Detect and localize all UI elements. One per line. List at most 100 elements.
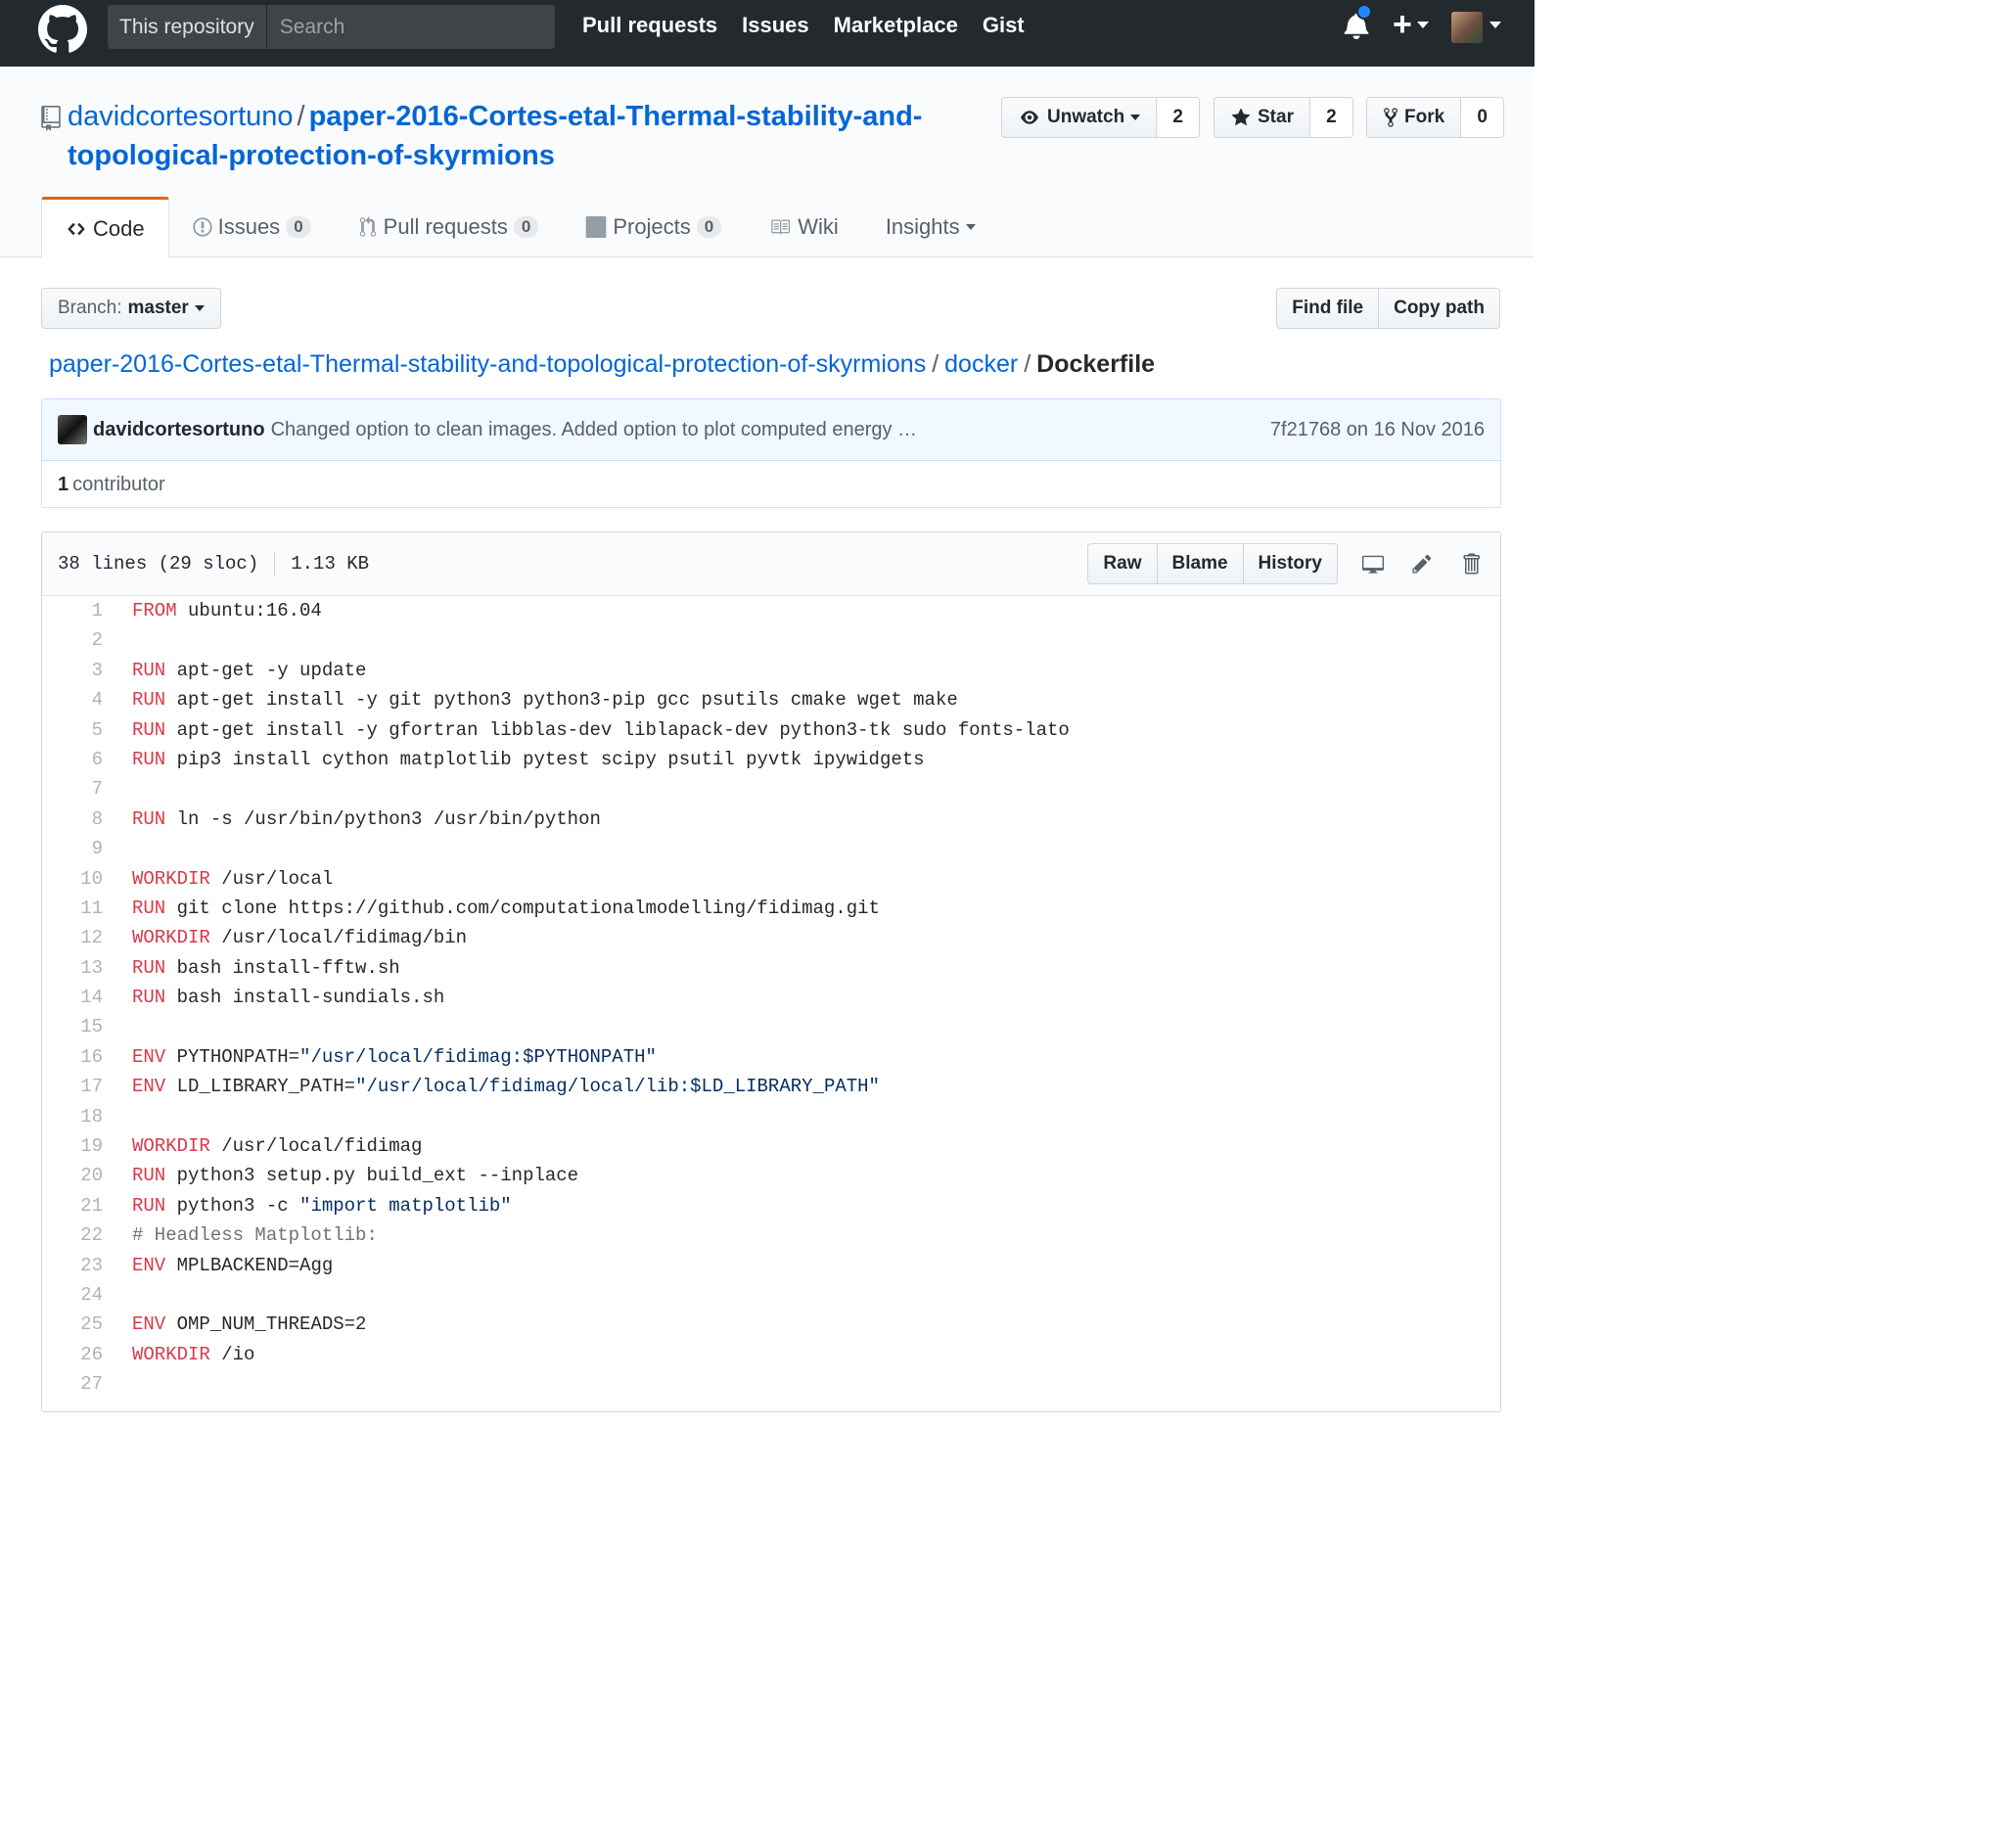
line-number[interactable]: 14 [42,983,103,1012]
history-button[interactable]: History [1243,543,1338,584]
fork-button[interactable]: Fork [1366,97,1462,138]
breadcrumb-dir-link[interactable]: docker [944,350,1018,378]
nav-issues[interactable]: Issues [742,13,809,38]
star-count[interactable]: 2 [1309,97,1353,138]
line-number[interactable]: 7 [42,774,103,804]
line-content: ENV MPLBACKEND=Agg [103,1251,333,1280]
line-number[interactable]: 2 [42,625,103,655]
book-icon [771,219,791,235]
line-number[interactable]: 6 [42,745,103,774]
fork-count[interactable]: 0 [1461,97,1505,138]
watch-count[interactable]: 2 [1157,97,1201,138]
code-keyword: ENV [132,1313,166,1336]
line-number[interactable]: 18 [42,1102,103,1131]
line-number[interactable]: 11 [42,894,103,923]
line-number[interactable]: 5 [42,715,103,745]
code-line: 25 ENV OMP_NUM_THREADS=2 [42,1310,1500,1339]
code-icon [68,222,85,235]
tab-insights[interactable]: Insights [862,197,999,257]
line-number[interactable]: 20 [42,1161,103,1190]
github-logo-icon[interactable] [38,5,87,54]
line-number[interactable]: 17 [42,1072,103,1101]
repo-title-separator: / [297,101,305,132]
chevron-down-icon[interactable] [1417,22,1429,28]
line-number[interactable]: 12 [42,923,103,952]
line-number[interactable]: 19 [42,1131,103,1161]
tab-issues[interactable]: Issues 0 [169,197,335,257]
nav-pull-requests[interactable]: Pull requests [582,13,717,38]
pencil-icon[interactable] [1408,550,1436,577]
tab-wiki[interactable]: Wiki [745,197,862,257]
breadcrumb-root-link[interactable]: paper-2016-Cortes-etal-Thermal-stability… [49,350,926,378]
commit-sha-date[interactable]: 7f21768 on 16 Nov 2016 [1270,419,1485,441]
code-line: 10 WORKDIR /usr/local [42,864,1500,894]
line-number[interactable]: 16 [42,1042,103,1072]
code-line: 4 RUN apt-get install -y git python3 pyth… [42,685,1500,714]
unwatch-button[interactable]: Unwatch [1001,97,1158,138]
breadcrumb-separator: / [1024,350,1031,378]
commit-box: davidcortesortuno Changed option to clea… [41,398,1501,508]
nav-marketplace[interactable]: Marketplace [834,13,958,38]
branch-label: Branch: [58,298,122,318]
file-info-divider [274,551,276,576]
avatar[interactable] [1451,12,1483,43]
line-content: RUN apt-get install -y gfortran libblas-… [103,715,1070,745]
code-keyword: ENV [132,1045,166,1068]
code-line: 24 [42,1280,1500,1310]
tab-code[interactable]: Code [41,197,169,258]
nav-gist[interactable]: Gist [983,13,1025,38]
trash-icon[interactable] [1457,550,1485,577]
star-button[interactable]: Star [1214,97,1310,138]
blame-button[interactable]: Blame [1157,543,1244,584]
line-number[interactable]: 23 [42,1251,103,1280]
line-number[interactable]: 26 [42,1340,103,1369]
avatar[interactable] [58,415,87,444]
repo-owner-link[interactable]: davidcortesortuno [68,101,294,132]
search-input[interactable] [266,5,555,49]
site-header: This repository Pull requests Issues Mar… [0,0,1535,67]
code-keyword: RUN [132,748,166,770]
chevron-down-icon[interactable] [1489,22,1501,28]
breadcrumb-separator: / [932,350,939,378]
code-view: 1 FROM ubuntu:16.04 2 3 RUN apt-get -y updat… [42,596,1500,1400]
tab-projects[interactable]: Projects 0 [562,197,745,257]
line-number[interactable]: 10 [42,864,103,894]
issue-icon [192,217,212,237]
line-content: RUN git clone https://github.com/computa… [103,894,880,923]
line-number[interactable]: 8 [42,805,103,834]
line-number[interactable]: 9 [42,834,103,863]
line-number[interactable]: 1 [42,596,103,625]
commit-message-link[interactable]: Changed option to clean images. Added op… [271,419,917,441]
code-text: apt-get install -y gfortran libblas-dev … [165,718,1070,741]
plus-icon[interactable]: + [1393,8,1412,41]
pull-request-icon [359,216,376,237]
star-group: Star 2 [1214,97,1353,138]
line-number[interactable]: 27 [42,1369,103,1399]
line-content [103,1012,132,1041]
line-number[interactable]: 25 [42,1310,103,1339]
code-keyword: WORKDIR [132,927,210,949]
branch-select-button[interactable]: Branch: master [41,288,221,329]
search-scope-label: This repository [108,5,267,49]
line-number[interactable]: 13 [42,953,103,983]
line-number[interactable]: 15 [42,1012,103,1041]
eye-icon [1021,111,1038,124]
code-keyword: WORKDIR [132,867,210,890]
line-number[interactable]: 3 [42,656,103,685]
line-content: ENV OMP_NUM_THREADS=2 [103,1310,366,1339]
copy-path-button[interactable]: Copy path [1379,288,1500,329]
code-text: /usr/local [209,867,334,890]
code-keyword: RUN [132,897,166,919]
desktop-icon[interactable] [1359,550,1387,577]
code-line: 15 [42,1012,1500,1041]
tab-pull-requests[interactable]: Pull requests 0 [335,197,563,257]
raw-button[interactable]: Raw [1087,543,1158,584]
line-number[interactable]: 4 [42,685,103,714]
line-content: WORKDIR /usr/local [103,864,333,894]
line-number[interactable]: 22 [42,1220,103,1250]
code-keyword: RUN [132,689,166,712]
commit-author-link[interactable]: davidcortesortuno [93,419,265,441]
line-number[interactable]: 21 [42,1191,103,1220]
find-file-button[interactable]: Find file [1276,288,1380,329]
line-number[interactable]: 24 [42,1280,103,1310]
